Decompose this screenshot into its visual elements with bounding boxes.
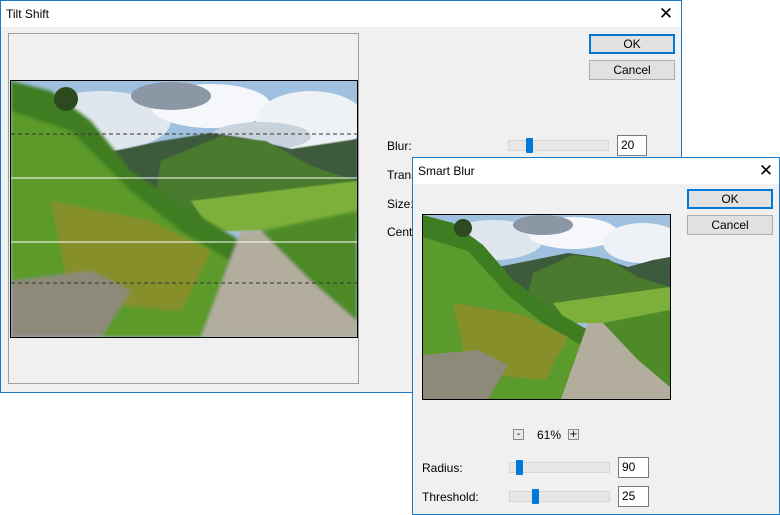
threshold-slider[interactable] [509, 489, 610, 504]
zoom-level: 61% [537, 428, 562, 442]
zoom-out-button[interactable]: - [513, 429, 524, 440]
landscape-image [11, 81, 357, 337]
radius-value-field[interactable]: 90 [618, 457, 649, 478]
radius-slider[interactable] [509, 460, 610, 475]
zoom-in-button[interactable]: + [568, 429, 579, 440]
smart-blur-titlebar: Smart Blur ✕ [413, 158, 779, 184]
close-icon[interactable]: ✕ [651, 1, 681, 27]
blur-slider[interactable] [508, 138, 609, 153]
tilt-shift-title: Tilt Shift [6, 7, 49, 21]
tilt-shift-ok-button[interactable]: OK [589, 34, 675, 54]
smart-blur-dialog: Smart Blur ✕ OK Cancel - 61% + Radius: 9… [412, 157, 780, 515]
blur-slider-thumb[interactable] [526, 138, 533, 153]
blur-value-field[interactable]: 20 [617, 135, 647, 156]
tilt-shift-cancel-button[interactable]: Cancel [589, 60, 675, 80]
close-icon[interactable]: ✕ [751, 158, 780, 184]
radius-slider-thumb[interactable] [516, 460, 523, 475]
smart-blur-ok-button[interactable]: OK [687, 189, 773, 209]
smart-blur-cancel-button[interactable]: Cancel [687, 215, 773, 235]
radius-label: Radius: [422, 461, 463, 475]
threshold-value-field[interactable]: 25 [618, 486, 649, 507]
threshold-slider-thumb[interactable] [532, 489, 539, 504]
landscape-image [423, 215, 670, 399]
threshold-label: Threshold: [422, 490, 479, 504]
smart-blur-title: Smart Blur [418, 164, 475, 178]
tilt-shift-titlebar: Tilt Shift ✕ [1, 1, 681, 27]
center-label: Cent [387, 225, 413, 239]
blur-label: Blur: [387, 139, 412, 153]
smart-blur-preview-image[interactable] [422, 214, 671, 400]
size-label: Size: [387, 197, 414, 211]
tilt-shift-preview-image[interactable] [10, 80, 358, 338]
